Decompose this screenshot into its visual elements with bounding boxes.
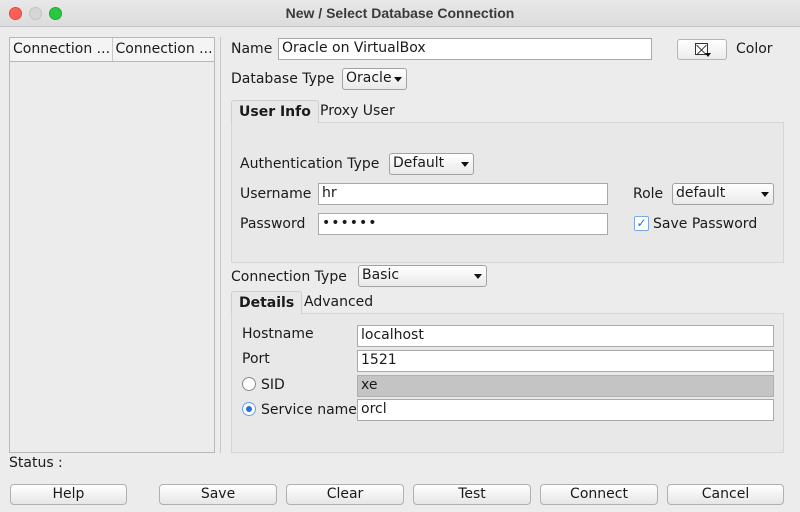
- dropdown-arrow-icon: [705, 53, 711, 57]
- authentication-type-select[interactable]: Default: [389, 153, 474, 175]
- chevron-down-icon: [474, 274, 482, 279]
- save-password-checkbox[interactable]: ✓: [634, 216, 649, 231]
- chevron-down-icon: [761, 192, 769, 197]
- pane-splitter[interactable]: [220, 37, 221, 453]
- help-button[interactable]: Help: [10, 484, 127, 505]
- service-name-label: Service name: [261, 402, 357, 418]
- dialog-window: New / Select Database Connection Connect…: [0, 0, 800, 512]
- connection-details-column-header[interactable]: Connection ...: [113, 38, 215, 61]
- connections-table[interactable]: Connection ... Connection ...: [9, 37, 215, 453]
- database-type-select[interactable]: Oracle: [342, 68, 407, 90]
- database-type-value: Oracle: [346, 70, 392, 86]
- cancel-button[interactable]: Cancel: [667, 484, 784, 505]
- save-password-label: Save Password: [653, 216, 758, 232]
- test-button[interactable]: Test: [413, 484, 531, 505]
- role-label: Role: [633, 186, 664, 202]
- hostname-label: Hostname: [242, 326, 314, 342]
- color-label: Color: [736, 41, 773, 57]
- sid-radio[interactable]: [242, 377, 256, 391]
- tab-advanced[interactable]: Advanced: [297, 291, 380, 313]
- clear-button[interactable]: Clear: [286, 484, 404, 505]
- hostname-input[interactable]: localhost: [357, 325, 774, 347]
- tab-details[interactable]: Details: [231, 291, 303, 314]
- connection-type-value: Basic: [362, 267, 400, 283]
- connections-table-header: Connection ... Connection ...: [10, 38, 214, 62]
- connection-name-column-header[interactable]: Connection ...: [10, 38, 113, 61]
- connection-type-label: Connection Type: [231, 269, 347, 285]
- service-name-radio[interactable]: [242, 402, 256, 416]
- authentication-type-label: Authentication Type: [240, 156, 380, 172]
- save-button[interactable]: Save: [159, 484, 277, 505]
- title-bar: New / Select Database Connection: [0, 0, 800, 27]
- connect-button[interactable]: Connect: [540, 484, 658, 505]
- password-input[interactable]: ••••••: [318, 213, 608, 235]
- sid-label: SID: [261, 377, 285, 393]
- role-value: default: [676, 185, 726, 201]
- status-label: Status :: [9, 455, 63, 471]
- chevron-down-icon: [461, 162, 469, 167]
- window-title: New / Select Database Connection: [285, 5, 515, 21]
- database-type-label: Database Type: [231, 71, 335, 87]
- service-name-input[interactable]: orcl: [357, 399, 774, 421]
- color-picker-button[interactable]: [677, 39, 727, 60]
- connection-type-select[interactable]: Basic: [358, 265, 487, 287]
- tab-proxy-user[interactable]: Proxy User: [313, 100, 402, 122]
- role-select[interactable]: default: [672, 183, 774, 205]
- name-label: Name: [231, 41, 273, 57]
- name-input[interactable]: Oracle on VirtualBox: [278, 38, 652, 60]
- password-label: Password: [240, 216, 306, 232]
- sid-input[interactable]: xe: [357, 375, 774, 397]
- username-input[interactable]: hr: [318, 183, 608, 205]
- chevron-down-icon: [394, 77, 402, 82]
- tab-user-info[interactable]: User Info: [231, 100, 319, 123]
- port-label: Port: [242, 351, 270, 367]
- username-label: Username: [240, 186, 312, 202]
- authentication-type-value: Default: [393, 155, 445, 171]
- port-input[interactable]: 1521: [357, 350, 774, 372]
